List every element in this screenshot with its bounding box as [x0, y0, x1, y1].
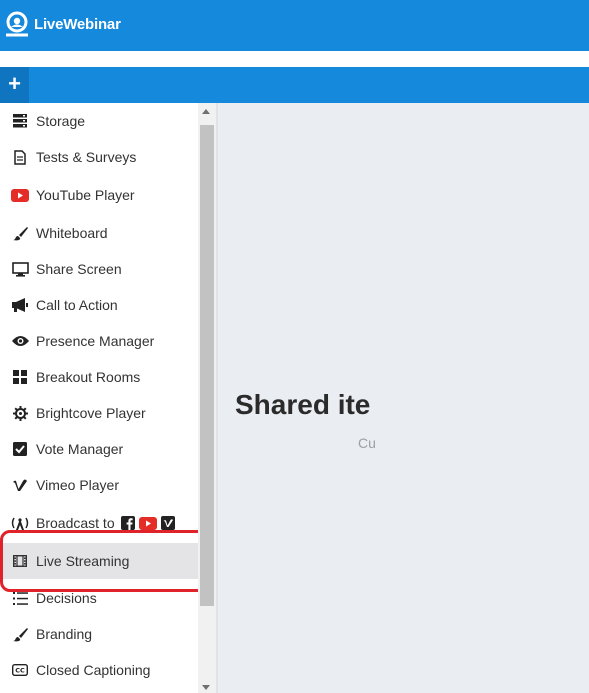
svg-text:CC: CC: [15, 667, 25, 675]
checkbox-icon: [11, 440, 29, 458]
eye-icon: [11, 332, 29, 350]
sidebar-item-label: Whiteboard: [36, 225, 108, 241]
sidebar-item-youtube-player[interactable]: YouTube Player: [0, 177, 198, 213]
sidebar-item-call-to-action[interactable]: Call to Action: [0, 287, 198, 323]
megaphone-icon: [11, 296, 29, 314]
gear-icon: [11, 404, 29, 422]
scroll-down-arrow-icon[interactable]: [202, 685, 210, 690]
youtube-icon: [11, 186, 29, 204]
sidebar-item-vimeo-player[interactable]: Vimeo Player: [0, 467, 198, 503]
main-subtitle: Cu: [358, 435, 376, 451]
brush-icon: [11, 224, 29, 242]
monitor-icon: [11, 260, 29, 278]
sidebar-item-label: Share Screen: [36, 261, 122, 277]
sidebar-item-label: Broadcast to: [36, 515, 115, 531]
scroll-up-arrow-icon[interactable]: [202, 109, 210, 114]
vimeo-icon: [11, 476, 29, 494]
app-logo[interactable]: LiveWebinar: [4, 11, 121, 37]
app-name: LiveWebinar: [34, 15, 121, 33]
sidebar-item-storage[interactable]: Storage: [0, 103, 198, 139]
sidebar-scrollbar[interactable]: [198, 103, 216, 693]
sidebar-item-label: Decisions: [36, 590, 97, 606]
sidebar-item-label: Branding: [36, 626, 93, 642]
main-title: Shared ite: [235, 389, 371, 420]
broadcast-targets: [120, 516, 175, 530]
sidebar: Storage Tests & Surveys YouTube Player W…: [0, 103, 198, 693]
sidebar-item-share-screen[interactable]: Share Screen: [0, 251, 198, 287]
sidebar-item-brightcove-player[interactable]: Brightcove Player: [0, 395, 198, 431]
logo-icon: [6, 11, 28, 37]
sidebar-item-presence-manager[interactable]: Presence Manager: [0, 323, 198, 359]
sidebar-item-closed-captioning[interactable]: CC Closed Captioning: [0, 652, 198, 688]
sidebar-item-branding[interactable]: Branding: [0, 616, 198, 652]
vimeo-icon: [160, 516, 175, 530]
header-gap: [0, 51, 589, 67]
document-icon: [11, 148, 29, 166]
highlight-annotation: [0, 530, 207, 592]
sidebar-item-label: Storage: [36, 113, 86, 129]
cc-icon: CC: [11, 661, 29, 679]
sidebar-item-label: Brightcove Player: [36, 405, 146, 421]
facebook-icon: [120, 516, 135, 530]
sidebar-item-label: Breakout Rooms: [36, 369, 141, 385]
sidebar-item-label: Vote Manager: [36, 441, 124, 457]
tool-bar: +: [0, 67, 589, 103]
sidebar-item-label: YouTube Player: [36, 187, 135, 203]
sidebar-item-vote-manager[interactable]: Vote Manager: [0, 431, 198, 467]
sidebar-item-breakout-rooms[interactable]: Breakout Rooms: [0, 359, 198, 395]
scrollbar-thumb[interactable]: [200, 125, 214, 606]
youtube-icon: [138, 516, 157, 530]
storage-icon: [11, 112, 29, 130]
sidebar-item-label: Closed Captioning: [36, 662, 151, 678]
sidebar-item-label: Call to Action: [36, 297, 118, 313]
sidebar-item-label: Vimeo Player: [36, 477, 120, 493]
sidebar-item-label: Tests & Surveys: [36, 149, 137, 165]
add-button[interactable]: +: [0, 67, 29, 103]
brush-icon: [11, 625, 29, 643]
top-header: LiveWebinar: [0, 0, 589, 51]
sidebar-item-tests-surveys[interactable]: Tests & Surveys: [0, 139, 198, 175]
sidebar-item-whiteboard[interactable]: Whiteboard: [0, 215, 198, 251]
grid-icon: [11, 368, 29, 386]
sidebar-item-label: Presence Manager: [36, 333, 155, 349]
